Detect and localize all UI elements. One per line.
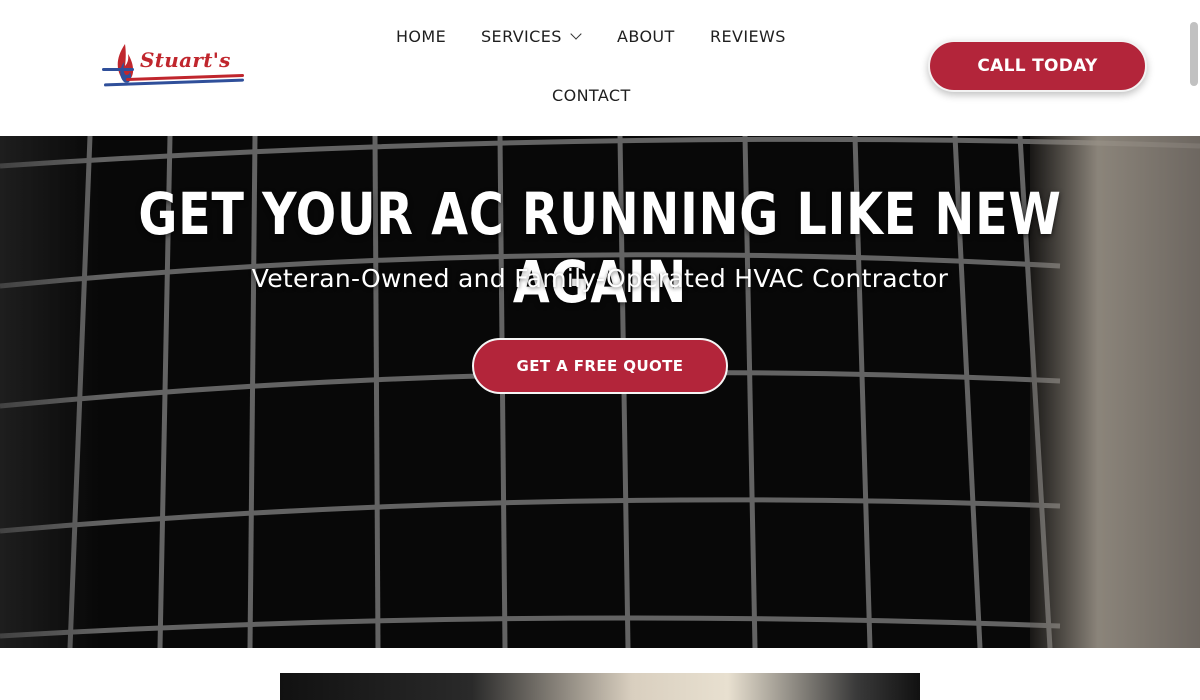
nav-item-about[interactable]: ABOUT: [617, 27, 675, 46]
nav-item-label: SERVICES: [481, 27, 562, 46]
scrollbar[interactable]: [1186, 0, 1200, 700]
nav-item-services[interactable]: SERVICES: [481, 27, 582, 46]
scrollbar-thumb[interactable]: [1190, 22, 1198, 86]
site-header: Stuart's HOME SERVICES ABOUT REVIEWS CON…: [0, 0, 1200, 136]
hero-section: GET YOUR AC RUNNING LIKE NEW AGAIN Veter…: [0, 136, 1200, 648]
free-quote-button[interactable]: GET A FREE QUOTE: [472, 338, 728, 394]
nav-item-reviews[interactable]: REVIEWS: [710, 27, 786, 46]
nav-item-contact[interactable]: CONTACT: [552, 86, 631, 105]
logo-wordmark: Stuart's: [140, 48, 231, 72]
nav-item-home[interactable]: HOME: [396, 27, 446, 46]
hero-title: GET YOUR AC RUNNING LIKE NEW AGAIN: [138, 180, 1062, 316]
call-today-button[interactable]: CALL TODAY: [928, 40, 1147, 92]
chevron-down-icon: [570, 28, 582, 40]
hero-subtitle: Veteran-Owned and Family-Operated HVAC C…: [251, 264, 949, 293]
logo-swoosh: [102, 68, 134, 71]
content-image: [280, 673, 920, 700]
brand-logo[interactable]: Stuart's: [100, 38, 250, 94]
